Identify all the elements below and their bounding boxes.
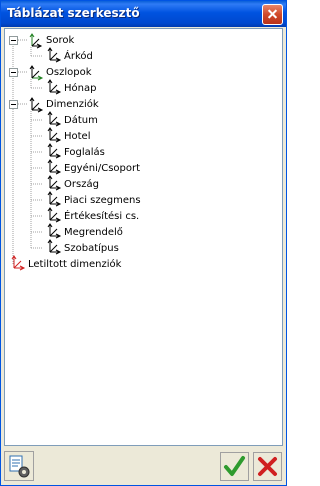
child-axis-icon — [47, 175, 62, 191]
tree-node-hotel[interactable]: Hotel — [64, 131, 91, 143]
tree-node-arkod[interactable]: Árkód — [64, 51, 93, 63]
collapse-oszlopok-toggle[interactable] — [9, 68, 18, 77]
tree-node-foglalas[interactable]: Foglalás — [64, 147, 105, 159]
title-bar[interactable]: Táblázat szerkesztő — [1, 1, 286, 27]
child-axis-icon — [47, 223, 62, 239]
tree-node-piaci-szegmens[interactable]: Piaci szegmens — [64, 195, 141, 207]
ok-button[interactable] — [220, 452, 249, 481]
tree-node-datum[interactable]: Dátum — [64, 115, 98, 127]
tree-node-egyeni-csoport[interactable]: Egyéni/Csoport — [64, 163, 140, 175]
tree-node-szobatipus[interactable]: Szobatípus — [64, 243, 119, 255]
tree-node-dimenziok[interactable]: Dimenziók — [46, 99, 99, 111]
collapse-dimenziok-toggle[interactable] — [9, 100, 18, 109]
child-axis-icon — [47, 191, 62, 207]
child-axis-icon — [47, 47, 62, 63]
child-axis-icon — [47, 143, 62, 159]
tree-lines — [11, 33, 62, 271]
child-axis-icon — [47, 239, 62, 255]
tree-node-ertekesitesi-cs[interactable]: Értékesítési cs. — [64, 211, 139, 223]
dimension-tree: Sorok Árkód Oszlopok Hónap Dimenziók Dát… — [4, 28, 283, 446]
child-axis-icon — [47, 111, 62, 127]
settings-button[interactable] — [4, 451, 34, 481]
settings-icon — [9, 455, 30, 478]
checkmark-icon — [224, 456, 245, 476]
close-button[interactable] — [262, 4, 283, 25]
tree-node-megrendelo[interactable]: Megrendelő — [64, 227, 123, 239]
x-icon — [258, 457, 277, 476]
collapse-sorok-toggle[interactable] — [9, 36, 18, 45]
table-editor-window: Táblázat szerkesztő Sorok Árkód Oszlopok… — [0, 0, 287, 486]
child-axis-icon — [47, 159, 62, 175]
child-axis-icon — [47, 127, 62, 143]
tree-node-orszag[interactable]: Ország — [64, 179, 99, 191]
tree-node-letiltott-dimenziok[interactable]: Letiltott dimenziók — [28, 259, 121, 271]
cancel-button[interactable] — [253, 452, 282, 481]
window-title: Táblázat szerkesztő — [7, 6, 140, 20]
tree-node-oszlopok[interactable]: Oszlopok — [46, 67, 91, 79]
tree-node-sorok[interactable]: Sorok — [46, 35, 74, 47]
tree-node-honap[interactable]: Hónap — [64, 83, 96, 95]
child-axis-icon — [47, 79, 62, 95]
child-axis-icon — [47, 207, 62, 223]
